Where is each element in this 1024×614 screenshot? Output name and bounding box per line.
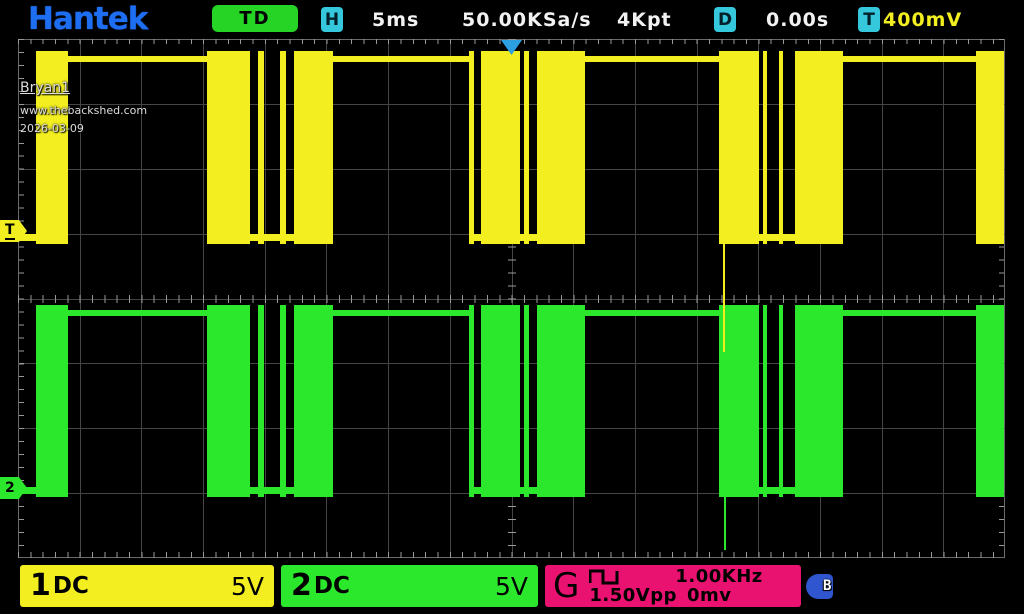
ch1-trace-segment xyxy=(783,234,795,241)
ch1-trace-segment xyxy=(286,234,294,241)
ch1-trace-segment xyxy=(779,51,783,244)
ch1-trace-segment xyxy=(719,51,759,244)
waveform-generator-box[interactable]: G 1.00KHz 1.50Vpp 0mv xyxy=(545,565,801,607)
screen-annotation: Bryan1 www.thebackshed.com 2026-03-09 xyxy=(20,80,147,135)
ch2-trace-segment xyxy=(779,305,783,497)
ch2-trace-segment xyxy=(763,305,767,497)
ch2-trace-segment xyxy=(843,310,976,316)
ch2-trace-segment xyxy=(333,310,469,316)
usb-device-icon-label: B xyxy=(823,578,831,594)
ch1-trace-segment xyxy=(529,234,537,241)
annotation-date: 2026-03-09 xyxy=(20,122,147,135)
ch1-trace-segment xyxy=(207,51,250,244)
channel2-scale: 5V xyxy=(495,572,528,601)
ch2-trace-segment xyxy=(36,305,68,497)
ch2-trace-segment xyxy=(976,305,1004,497)
ch1-trace-segment xyxy=(474,234,481,241)
ch1-trace-segment xyxy=(250,234,258,241)
annotation-website: www.thebackshed.com xyxy=(20,104,147,117)
ch1-trace-segment xyxy=(68,56,207,62)
ch2-trace-segment xyxy=(474,487,481,494)
ch1-trace-segment xyxy=(767,234,779,241)
ch2-trace-segment xyxy=(585,310,719,316)
ch1-trace-segment xyxy=(469,51,474,244)
channel1-box[interactable]: 1 DC 5V xyxy=(20,565,274,607)
ch2-trace-segment xyxy=(68,310,207,316)
ch2-trace-segment xyxy=(795,305,843,497)
ch2-trace-segment xyxy=(207,305,250,497)
ch1-trace-segment xyxy=(280,51,286,244)
ch2-trace-segment xyxy=(469,305,474,497)
channel2-box[interactable]: 2 DC 5V xyxy=(281,565,538,607)
waveform-display: Bryan1 www.thebackshed.com 2026-03-09 T … xyxy=(0,0,1024,614)
channel1-scale: 5V xyxy=(231,572,264,601)
square-wave-icon xyxy=(589,569,631,585)
channel1-coupling: DC xyxy=(53,573,89,599)
annotation-username: Bryan1 xyxy=(20,80,147,96)
ch1-trace-segment xyxy=(258,51,264,244)
ch1-trace-segment xyxy=(524,51,529,244)
ch2-trace-segment xyxy=(529,487,537,494)
ch2-trace-segment xyxy=(524,305,529,497)
channel1-number: 1 xyxy=(30,566,51,606)
ch1-trace-segment xyxy=(843,56,976,62)
oscilloscope-screen: Hantek TD H 5ms 50.00KSa/s 4Kpt D 0.00s … xyxy=(0,0,1024,614)
ch2-trace-segment xyxy=(286,487,294,494)
ch2-glitch-spike xyxy=(724,390,726,550)
generator-frequency: 1.00KHz xyxy=(675,567,762,586)
ch2-position-marker-label: 2 xyxy=(5,481,15,496)
ch1-trace-segment xyxy=(585,56,719,62)
ch1-trace-segment xyxy=(976,51,1004,244)
channel2-number: 2 xyxy=(291,566,312,606)
trigger-level-marker-label: T xyxy=(5,223,15,240)
ch2-trace-segment xyxy=(250,487,258,494)
ch1-trace-segment xyxy=(264,234,280,241)
ch2-trace-segment xyxy=(264,487,280,494)
ch2-trace-segment xyxy=(767,487,779,494)
ch2-trace-segment xyxy=(783,487,795,494)
ch2-trace-segment xyxy=(537,305,585,497)
generator-offset: 0mv xyxy=(687,586,732,605)
ch1-trace-segment xyxy=(294,51,333,244)
ch1-trace-segment xyxy=(537,51,585,244)
usb-device-icon: B xyxy=(806,574,846,600)
bottom-status-bar: 1 DC 5V 2 DC 5V G 1.00KHz 1.50Vpp 0mv xyxy=(0,562,1024,614)
ch2-trace-segment xyxy=(258,305,264,497)
ch2-trace-segment xyxy=(481,305,520,497)
ch1-trace-segment xyxy=(763,51,767,244)
ch2-trace-segment xyxy=(280,305,286,497)
generator-amplitude: 1.50Vpp xyxy=(589,586,677,605)
ch1-trace-segment xyxy=(795,51,843,244)
generator-label: G xyxy=(553,566,579,606)
ch1-glitch-spike xyxy=(723,135,725,352)
channel2-coupling: DC xyxy=(314,573,350,599)
ch2-trace-segment xyxy=(294,305,333,497)
ch1-trace-segment xyxy=(333,56,469,62)
ch1-trace-segment xyxy=(481,51,520,244)
